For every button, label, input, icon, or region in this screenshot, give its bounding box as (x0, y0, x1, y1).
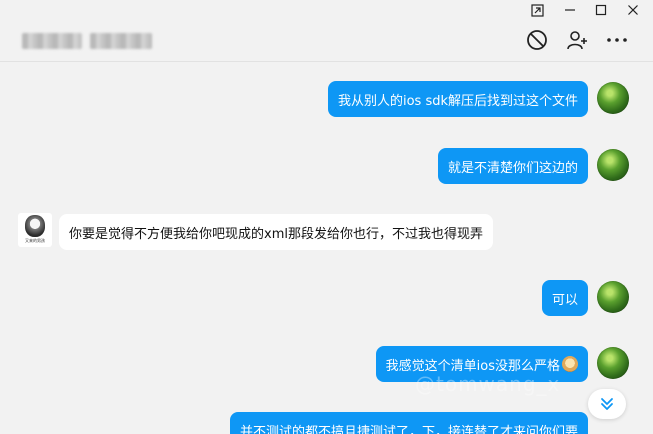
add-user-icon[interactable] (565, 28, 589, 52)
title-bar (0, 0, 653, 20)
pin-window-icon[interactable] (522, 0, 552, 20)
contact-avatar[interactable]: 又来的男孩 (18, 213, 52, 247)
my-avatar[interactable] (597, 281, 629, 313)
message-text: 我感觉这个清单ios没那么严格 (385, 358, 560, 374)
blurred-name-part (22, 33, 82, 49)
my-avatar[interactable] (597, 149, 629, 181)
outgoing-message[interactable]: 可以 (541, 280, 588, 316)
contact-name[interactable]: ████ ██████ (22, 32, 162, 50)
chat-header: ████ ██████ (0, 20, 653, 62)
incoming-message[interactable]: 你要是觉得不方便我给你吧现成的xml那段发给你也行，不过我也得现弄 (59, 214, 493, 250)
outgoing-message[interactable]: 我从别人的ios sdk解压后找到过这个文件 (327, 81, 588, 117)
double-chevron-down-icon (601, 398, 613, 410)
my-avatar[interactable] (597, 82, 629, 114)
more-icon[interactable] (605, 28, 629, 52)
meme-face-image (25, 215, 45, 237)
outgoing-message[interactable]: 并不测试的都不搞且捷测试了，下，接连替了才来问你们要 (229, 412, 588, 434)
scroll-to-bottom-button[interactable] (588, 389, 626, 419)
avatar-caption: 又来的男孩 (25, 238, 45, 243)
close-button[interactable] (618, 0, 648, 20)
dog-emoji-icon (562, 356, 578, 372)
watermark: @tomwang_x (415, 372, 561, 396)
my-avatar[interactable] (597, 347, 629, 379)
block-icon[interactable] (525, 28, 549, 52)
blurred-name-part (90, 33, 152, 49)
outgoing-message[interactable]: 就是不清楚你们这边的 (437, 148, 588, 184)
minimize-button[interactable] (555, 0, 585, 20)
maximize-button[interactable] (586, 0, 616, 20)
